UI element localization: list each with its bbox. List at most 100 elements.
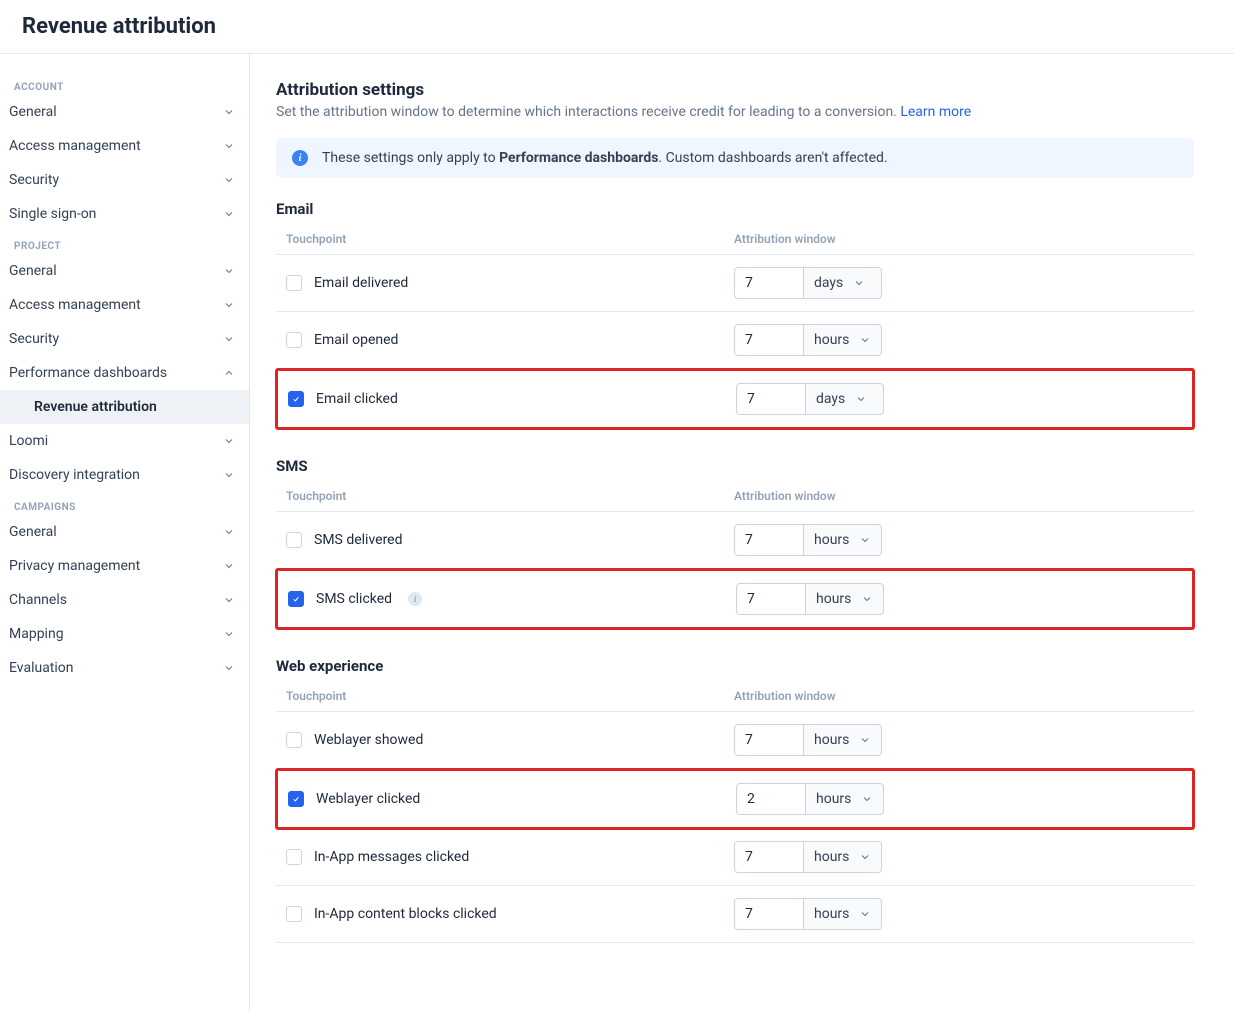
sidebar-item-label: Access management [9, 138, 141, 154]
sidebar-item-security[interactable]: Security [0, 163, 249, 197]
touchpoint-cell: Email clicked [288, 391, 736, 407]
window-unit-select-weblayer-clicked[interactable]: hours [806, 783, 884, 815]
sidebar-item-evaluation[interactable]: Evaluation [0, 651, 249, 685]
window-value-input-weblayer-showed[interactable] [734, 724, 804, 756]
window-unit-select-in-app-messages-clicked[interactable]: hours [804, 841, 882, 873]
touchpoint-label: SMS clicked [316, 591, 392, 607]
window-cell: hours [734, 524, 1184, 556]
sidebar-item-label: Channels [9, 592, 67, 608]
table-row-email-opened: Email opened hours [276, 312, 1194, 369]
checkbox-email-opened[interactable] [286, 332, 302, 348]
window-cell: days [736, 383, 1182, 415]
sidebar-item-security[interactable]: Security [0, 322, 249, 356]
sidebar-item-discovery-integration[interactable]: Discovery integration [0, 458, 249, 492]
window-value-input-email-delivered[interactable] [734, 267, 804, 299]
table-row-weblayer-clicked: Weblayer clicked hours [278, 771, 1192, 827]
learn-more-link[interactable]: Learn more [900, 104, 971, 120]
sidebar-subitem-revenue-attribution[interactable]: Revenue attribution [0, 390, 249, 424]
sidebar-item-general[interactable]: General [0, 515, 249, 549]
sidebar-item-label: Evaluation [9, 660, 74, 676]
window-unit-select-email-clicked[interactable]: days [806, 383, 884, 415]
checkbox-sms-clicked[interactable] [288, 591, 304, 607]
banner-post: . Custom dashboards aren't affected. [658, 150, 887, 166]
checkbox-in-app-content-blocks-clicked[interactable] [286, 906, 302, 922]
table-header: TouchpointAttribution window [276, 481, 1194, 512]
checkbox-email-clicked[interactable] [288, 391, 304, 407]
highlight-box: Weblayer clicked hours [275, 768, 1195, 830]
window-unit-select-email-opened[interactable]: hours [804, 324, 882, 356]
window-value-input-sms-clicked[interactable] [736, 583, 806, 615]
table-row-email-clicked: Email clicked days [278, 371, 1192, 427]
col-touchpoint: Touchpoint [286, 489, 734, 503]
unit-label: hours [814, 732, 849, 748]
section-sms: SMSTouchpointAttribution windowSMS deliv… [276, 457, 1194, 630]
checkbox-in-app-messages-clicked[interactable] [286, 849, 302, 865]
window-value-input-email-clicked[interactable] [736, 383, 806, 415]
window-value-input-sms-delivered[interactable] [734, 524, 804, 556]
window-value-input-in-app-content-blocks-clicked[interactable] [734, 898, 804, 930]
chevron-down-icon [861, 793, 873, 805]
banner-pre: These settings only apply to [322, 150, 499, 166]
sidebar-item-performance-dashboards[interactable]: Performance dashboards [0, 356, 249, 390]
section-heading: SMS [276, 457, 1194, 475]
col-touchpoint: Touchpoint [286, 232, 734, 246]
unit-label: hours [816, 791, 851, 807]
window-unit-select-sms-delivered[interactable]: hours [804, 524, 882, 556]
chevron-down-icon [223, 265, 235, 277]
chevron-down-icon [223, 662, 235, 674]
window-cell: hours [734, 841, 1184, 873]
unit-label: hours [814, 906, 849, 922]
sidebar-item-single-sign-on[interactable]: Single sign-on [0, 197, 249, 231]
chevron-down-icon [853, 277, 865, 289]
touchpoint-label: In-App content blocks clicked [314, 906, 497, 922]
window-unit-select-email-delivered[interactable]: days [804, 267, 882, 299]
table-header: TouchpointAttribution window [276, 681, 1194, 712]
chevron-up-icon [223, 367, 235, 379]
touchpoint-label: Email opened [314, 332, 398, 348]
window-value-input-in-app-messages-clicked[interactable] [734, 841, 804, 873]
sidebar-item-label: Performance dashboards [9, 365, 167, 381]
info-icon: i [292, 150, 308, 166]
info-icon[interactable]: i [408, 592, 422, 606]
window-cell: hours [734, 898, 1184, 930]
chevron-down-icon [223, 106, 235, 118]
info-banner: i These settings only apply to Performan… [276, 138, 1194, 178]
chevron-down-icon [861, 593, 873, 605]
sidebar-item-access-management[interactable]: Access management [0, 129, 249, 163]
touchpoint-cell: In-App content blocks clicked [286, 906, 734, 922]
chevron-down-icon [223, 469, 235, 481]
sidebar-item-label: Security [9, 172, 59, 188]
window-value-input-weblayer-clicked[interactable] [736, 783, 806, 815]
highlight-box: Email clicked days [275, 368, 1195, 430]
table-row-in-app-messages-clicked: In-App messages clicked hours [276, 829, 1194, 886]
table-row-weblayer-showed: Weblayer showedhours [276, 712, 1194, 769]
sidebar-item-privacy-management[interactable]: Privacy management [0, 549, 249, 583]
sidebar-item-general[interactable]: General [0, 95, 249, 129]
checkbox-email-delivered[interactable] [286, 275, 302, 291]
banner-bold: Performance dashboards [499, 150, 658, 166]
window-unit-select-in-app-content-blocks-clicked[interactable]: hours [804, 898, 882, 930]
touchpoint-label: Weblayer clicked [316, 791, 420, 807]
section-web-experience: Web experienceTouchpointAttribution wind… [276, 657, 1194, 943]
section-email: EmailTouchpointAttribution windowEmail d… [276, 200, 1194, 430]
window-value-input-email-opened[interactable] [734, 324, 804, 356]
sidebar-item-general[interactable]: General [0, 254, 249, 288]
touchpoint-cell: SMS delivered [286, 532, 734, 548]
subtitle-text: Set the attribution window to determine … [276, 104, 900, 120]
touchpoint-label: In-App messages clicked [314, 849, 469, 865]
sidebar-item-mapping[interactable]: Mapping [0, 617, 249, 651]
sidebar: ACCOUNTGeneralAccess managementSecurityS… [0, 54, 250, 1011]
checkbox-weblayer-clicked[interactable] [288, 791, 304, 807]
sidebar-group-label: ACCOUNT [0, 72, 249, 95]
sidebar-item-access-management[interactable]: Access management [0, 288, 249, 322]
checkbox-weblayer-showed[interactable] [286, 732, 302, 748]
col-touchpoint: Touchpoint [286, 689, 734, 703]
table-row-sms-delivered: SMS delivered hours [276, 512, 1194, 569]
window-unit-select-weblayer-showed[interactable]: hours [804, 724, 882, 756]
sidebar-item-channels[interactable]: Channels [0, 583, 249, 617]
sidebar-item-loomi[interactable]: Loomi [0, 424, 249, 458]
chevron-down-icon [855, 393, 867, 405]
chevron-down-icon [859, 334, 871, 346]
checkbox-sms-delivered[interactable] [286, 532, 302, 548]
window-unit-select-sms-clicked[interactable]: hours [806, 583, 884, 615]
